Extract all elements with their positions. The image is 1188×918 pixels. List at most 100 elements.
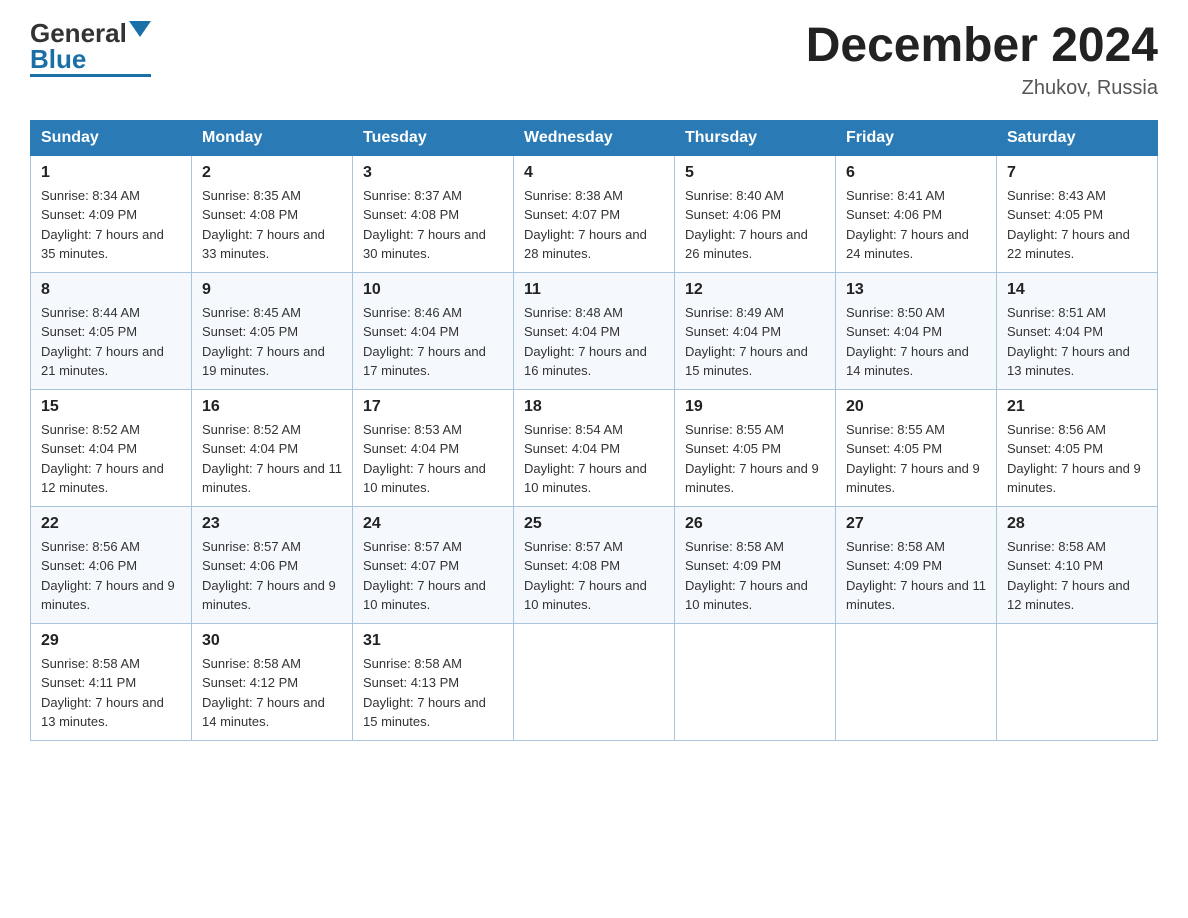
day-number: 7	[1007, 164, 1147, 182]
day-info: Sunrise: 8:35 AMSunset: 4:08 PMDaylight:…	[202, 188, 325, 262]
day-number: 26	[685, 515, 825, 533]
day-info: Sunrise: 8:40 AMSunset: 4:06 PMDaylight:…	[685, 188, 808, 262]
day-number: 28	[1007, 515, 1147, 533]
day-cell-3: 3 Sunrise: 8:37 AMSunset: 4:08 PMDayligh…	[353, 155, 514, 272]
day-cell-20: 20 Sunrise: 8:55 AMSunset: 4:05 PMDaylig…	[836, 389, 997, 506]
day-cell-1: 1 Sunrise: 8:34 AMSunset: 4:09 PMDayligh…	[31, 155, 192, 272]
day-info: Sunrise: 8:51 AMSunset: 4:04 PMDaylight:…	[1007, 305, 1130, 379]
header-wednesday: Wednesday	[514, 120, 675, 155]
header-saturday: Saturday	[997, 120, 1158, 155]
week-row-4: 22 Sunrise: 8:56 AMSunset: 4:06 PMDaylig…	[31, 506, 1158, 623]
day-cell-24: 24 Sunrise: 8:57 AMSunset: 4:07 PMDaylig…	[353, 506, 514, 623]
day-info: Sunrise: 8:54 AMSunset: 4:04 PMDaylight:…	[524, 422, 647, 496]
day-info: Sunrise: 8:46 AMSunset: 4:04 PMDaylight:…	[363, 305, 486, 379]
day-info: Sunrise: 8:58 AMSunset: 4:10 PMDaylight:…	[1007, 539, 1130, 613]
day-number: 9	[202, 281, 342, 299]
header-friday: Friday	[836, 120, 997, 155]
day-cell-5: 5 Sunrise: 8:40 AMSunset: 4:06 PMDayligh…	[675, 155, 836, 272]
header-monday: Monday	[192, 120, 353, 155]
weekday-header-row: Sunday Monday Tuesday Wednesday Thursday…	[31, 120, 1158, 155]
day-cell-28: 28 Sunrise: 8:58 AMSunset: 4:10 PMDaylig…	[997, 506, 1158, 623]
day-cell-7: 7 Sunrise: 8:43 AMSunset: 4:05 PMDayligh…	[997, 155, 1158, 272]
day-number: 10	[363, 281, 503, 299]
week-row-5: 29 Sunrise: 8:58 AMSunset: 4:11 PMDaylig…	[31, 623, 1158, 740]
day-number: 1	[41, 164, 181, 182]
calendar-table: Sunday Monday Tuesday Wednesday Thursday…	[30, 120, 1158, 741]
day-number: 14	[1007, 281, 1147, 299]
day-info: Sunrise: 8:57 AMSunset: 4:08 PMDaylight:…	[524, 539, 647, 613]
day-info: Sunrise: 8:37 AMSunset: 4:08 PMDaylight:…	[363, 188, 486, 262]
day-cell-30: 30 Sunrise: 8:58 AMSunset: 4:12 PMDaylig…	[192, 623, 353, 740]
empty-cell	[997, 623, 1158, 740]
day-info: Sunrise: 8:58 AMSunset: 4:13 PMDaylight:…	[363, 656, 486, 730]
day-cell-12: 12 Sunrise: 8:49 AMSunset: 4:04 PMDaylig…	[675, 272, 836, 389]
logo-triangle-icon	[129, 21, 151, 37]
day-number: 4	[524, 164, 664, 182]
logo: General Blue	[30, 20, 151, 77]
day-cell-26: 26 Sunrise: 8:58 AMSunset: 4:09 PMDaylig…	[675, 506, 836, 623]
day-info: Sunrise: 8:56 AMSunset: 4:05 PMDaylight:…	[1007, 422, 1141, 496]
day-number: 15	[41, 398, 181, 416]
logo-blue-text: Blue	[30, 46, 86, 72]
day-cell-17: 17 Sunrise: 8:53 AMSunset: 4:04 PMDaylig…	[353, 389, 514, 506]
day-info: Sunrise: 8:50 AMSunset: 4:04 PMDaylight:…	[846, 305, 969, 379]
day-number: 16	[202, 398, 342, 416]
day-info: Sunrise: 8:34 AMSunset: 4:09 PMDaylight:…	[41, 188, 164, 262]
day-number: 6	[846, 164, 986, 182]
day-number: 12	[685, 281, 825, 299]
logo-underline	[30, 74, 151, 77]
day-cell-22: 22 Sunrise: 8:56 AMSunset: 4:06 PMDaylig…	[31, 506, 192, 623]
day-info: Sunrise: 8:55 AMSunset: 4:05 PMDaylight:…	[846, 422, 980, 496]
empty-cell	[675, 623, 836, 740]
day-cell-16: 16 Sunrise: 8:52 AMSunset: 4:04 PMDaylig…	[192, 389, 353, 506]
day-cell-11: 11 Sunrise: 8:48 AMSunset: 4:04 PMDaylig…	[514, 272, 675, 389]
day-number: 25	[524, 515, 664, 533]
header-thursday: Thursday	[675, 120, 836, 155]
header-tuesday: Tuesday	[353, 120, 514, 155]
logo-general-text: General	[30, 20, 127, 46]
day-cell-27: 27 Sunrise: 8:58 AMSunset: 4:09 PMDaylig…	[836, 506, 997, 623]
day-cell-21: 21 Sunrise: 8:56 AMSunset: 4:05 PMDaylig…	[997, 389, 1158, 506]
day-number: 17	[363, 398, 503, 416]
week-row-2: 8 Sunrise: 8:44 AMSunset: 4:05 PMDayligh…	[31, 272, 1158, 389]
day-info: Sunrise: 8:58 AMSunset: 4:12 PMDaylight:…	[202, 656, 325, 730]
day-info: Sunrise: 8:52 AMSunset: 4:04 PMDaylight:…	[202, 422, 342, 496]
day-number: 21	[1007, 398, 1147, 416]
day-cell-14: 14 Sunrise: 8:51 AMSunset: 4:04 PMDaylig…	[997, 272, 1158, 389]
header-sunday: Sunday	[31, 120, 192, 155]
week-row-1: 1 Sunrise: 8:34 AMSunset: 4:09 PMDayligh…	[31, 155, 1158, 272]
day-number: 24	[363, 515, 503, 533]
day-info: Sunrise: 8:48 AMSunset: 4:04 PMDaylight:…	[524, 305, 647, 379]
day-number: 13	[846, 281, 986, 299]
day-info: Sunrise: 8:57 AMSunset: 4:07 PMDaylight:…	[363, 539, 486, 613]
day-info: Sunrise: 8:44 AMSunset: 4:05 PMDaylight:…	[41, 305, 164, 379]
day-info: Sunrise: 8:41 AMSunset: 4:06 PMDaylight:…	[846, 188, 969, 262]
day-cell-9: 9 Sunrise: 8:45 AMSunset: 4:05 PMDayligh…	[192, 272, 353, 389]
day-cell-23: 23 Sunrise: 8:57 AMSunset: 4:06 PMDaylig…	[192, 506, 353, 623]
day-cell-4: 4 Sunrise: 8:38 AMSunset: 4:07 PMDayligh…	[514, 155, 675, 272]
day-cell-8: 8 Sunrise: 8:44 AMSunset: 4:05 PMDayligh…	[31, 272, 192, 389]
day-cell-25: 25 Sunrise: 8:57 AMSunset: 4:08 PMDaylig…	[514, 506, 675, 623]
day-info: Sunrise: 8:57 AMSunset: 4:06 PMDaylight:…	[202, 539, 336, 613]
day-info: Sunrise: 8:56 AMSunset: 4:06 PMDaylight:…	[41, 539, 175, 613]
day-cell-6: 6 Sunrise: 8:41 AMSunset: 4:06 PMDayligh…	[836, 155, 997, 272]
day-info: Sunrise: 8:38 AMSunset: 4:07 PMDaylight:…	[524, 188, 647, 262]
day-info: Sunrise: 8:43 AMSunset: 4:05 PMDaylight:…	[1007, 188, 1130, 262]
day-number: 2	[202, 164, 342, 182]
day-number: 31	[363, 632, 503, 650]
title-section: December 2024 Zhukov, Russia	[806, 20, 1158, 100]
day-number: 18	[524, 398, 664, 416]
day-cell-18: 18 Sunrise: 8:54 AMSunset: 4:04 PMDaylig…	[514, 389, 675, 506]
day-number: 5	[685, 164, 825, 182]
day-number: 22	[41, 515, 181, 533]
day-number: 29	[41, 632, 181, 650]
day-cell-31: 31 Sunrise: 8:58 AMSunset: 4:13 PMDaylig…	[353, 623, 514, 740]
day-info: Sunrise: 8:49 AMSunset: 4:04 PMDaylight:…	[685, 305, 808, 379]
location-text: Zhukov, Russia	[806, 77, 1158, 100]
day-info: Sunrise: 8:53 AMSunset: 4:04 PMDaylight:…	[363, 422, 486, 496]
day-cell-2: 2 Sunrise: 8:35 AMSunset: 4:08 PMDayligh…	[192, 155, 353, 272]
day-number: 20	[846, 398, 986, 416]
empty-cell	[514, 623, 675, 740]
day-number: 30	[202, 632, 342, 650]
day-info: Sunrise: 8:58 AMSunset: 4:09 PMDaylight:…	[685, 539, 808, 613]
